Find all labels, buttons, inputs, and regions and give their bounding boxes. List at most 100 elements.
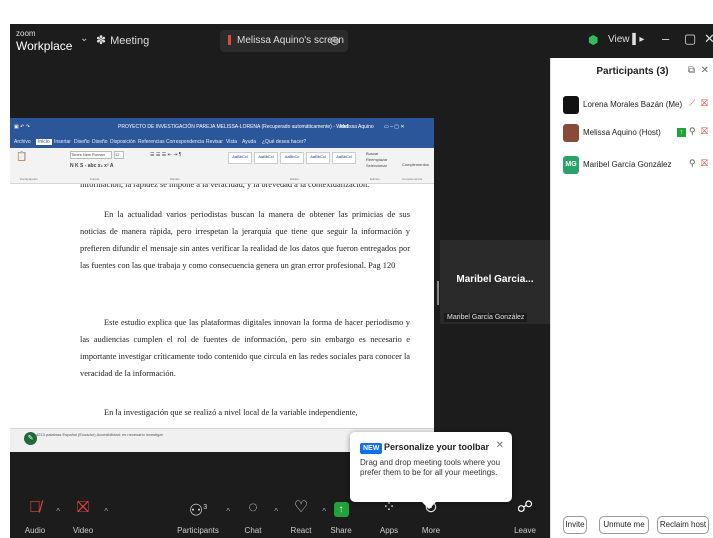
style-heading-3[interactable]: AaBbCcl [332, 152, 356, 164]
word-tab[interactable]: Diseño [92, 139, 108, 145]
video-off-icon: ⛝ [76, 499, 90, 516]
new-badge: NEW [360, 443, 383, 454]
font-size-select[interactable]: 12 [114, 151, 124, 159]
video-button[interactable]: ⛝ Video ^ [58, 488, 108, 538]
doc-paragraph: Este estudio explica que las plataformas… [80, 318, 410, 378]
avatar [563, 124, 579, 142]
tile-name-label: Maribel García González [444, 313, 528, 322]
style-normal[interactable]: AaBbCcl [228, 152, 252, 164]
word-tab[interactable]: Correspondencia [166, 139, 204, 145]
participant-row[interactable]: Lorena Morales Bazán (Me) ⟋ ⛝ [563, 96, 711, 116]
word-save-icon[interactable]: ▣ ↶ ↷ [14, 124, 30, 130]
chat-icon: ◌ [248, 499, 258, 516]
word-tab[interactable]: Referencias [138, 139, 165, 145]
meeting-main-area: ▣ ↶ ↷ PROYECTO DE INVESTIGACIÓN PAREJA M… [10, 58, 550, 488]
more-label: More [421, 526, 441, 535]
participants-panel: Participants (3) ⧉ ✕ Lorena Morales Bazá… [550, 58, 713, 538]
participant-name: Lorena Morales Bazán (Me) [583, 100, 683, 109]
word-tab[interactable]: Archivo [14, 139, 31, 145]
addins-button[interactable]: Complementos [402, 162, 429, 167]
video-label: Video [72, 526, 94, 535]
tooltip-title: Personalize your toolbar [384, 442, 490, 452]
style-no-spacing[interactable]: AaBbCcl [254, 152, 278, 164]
group-label: Portapapeles [20, 177, 38, 181]
word-tab-active[interactable]: Inicio [36, 139, 52, 145]
word-tab[interactable]: Diseño [74, 139, 90, 145]
group-label: Párrafo [170, 177, 180, 181]
leave-label: Leave [514, 526, 536, 535]
unmute-me-button[interactable]: Unmute me [599, 516, 649, 534]
participant-row[interactable]: Melissa Aquino (Host) ↑ ⚲ ⛝ [563, 124, 711, 144]
word-status-text: 4213 palabras Español (Ecuador) Accesibi… [36, 432, 163, 437]
participant-row[interactable]: MG Maribel García González ⚲ ⛝ [563, 156, 711, 176]
remote-control-icon[interactable]: ⊖ [329, 33, 340, 49]
share-label: Share [330, 526, 352, 535]
word-search-hint[interactable]: ¿Qué desea hacer? [262, 139, 306, 145]
group-label: Edición [370, 177, 380, 181]
word-doc-title: PROYECTO DE INVESTIGACIÓN PAREJA MELISSA… [118, 124, 349, 130]
editing-group[interactable]: Buscar Reemplazar Seleccionar [366, 151, 388, 169]
participants-icon: ⚇3 [188, 502, 208, 520]
word-tab[interactable]: Vista [226, 139, 237, 145]
chat-button[interactable]: ◌ Chat ^ [228, 488, 278, 538]
shield-icon[interactable]: ⬢ [588, 33, 598, 47]
logo-big: Workplace [16, 39, 73, 53]
share-icon: ↑ [677, 128, 686, 137]
reclaim-host-button[interactable]: Reclaim host [657, 516, 709, 534]
participants-label: Participants [177, 526, 219, 535]
invite-button[interactable]: Invite [563, 516, 587, 534]
audio-button[interactable]: 🎙̸ Audio ^ [10, 488, 60, 538]
doc-paragraph: información, la rapidez se impone a la v… [80, 184, 370, 189]
avatar: MG [563, 156, 579, 174]
paste-icon[interactable]: 📋 [16, 151, 27, 162]
paragraph-icons[interactable]: ☰ ☰ ☰ ⇤ ⇥ ¶ [150, 152, 181, 158]
share-bar-icon [228, 35, 231, 46]
word-tab[interactable]: Revisar [206, 139, 223, 145]
minimize-icon[interactable]: – [662, 31, 669, 46]
video-tile-maribel[interactable]: Maribel Garcia... Maribel García Gonzále… [440, 240, 550, 324]
style-heading-2[interactable]: AaBbCcl [306, 152, 330, 164]
toolbar-tooltip: NEW Personalize your toolbar ✕ Drag and … [350, 432, 512, 510]
word-ribbon-tabs: Archivo Inicio Insertar Diseño Diseño Di… [10, 136, 434, 148]
mic-muted-icon: 🎙̸ [29, 499, 41, 516]
font-format-icons[interactable]: N K S - abc x₂ x² A [70, 163, 113, 169]
participants-button[interactable]: ⚇3 Participants ^ [170, 488, 230, 538]
word-window-controls[interactable]: ▭ – ▢ ✕ [384, 124, 405, 130]
zoom-logo: zoom Workplace [16, 28, 72, 52]
word-document-page[interactable]: información, la rapidez se impone a la v… [10, 184, 434, 428]
word-tab[interactable]: Ayuda [242, 139, 256, 145]
style-heading-1[interactable]: AaBbCc [280, 152, 304, 164]
participant-name: Maribel García González [583, 160, 672, 169]
split-divider[interactable] [437, 281, 439, 305]
close-icon[interactable]: ✕ [496, 440, 504, 451]
view-button[interactable]: View ▌▸ [608, 30, 648, 50]
doc-paragraph: En la actualidad varios periodistas busc… [80, 210, 410, 270]
meeting-label: Meeting [110, 35, 150, 47]
audio-label: Audio [24, 526, 46, 535]
close-icon[interactable]: ✕ [701, 65, 709, 76]
group-label: Fuente [90, 177, 100, 181]
word-ribbon: 📋 Times New Roman 12 N K S - abc x₂ x² A… [10, 148, 434, 184]
screen-share-indicator[interactable]: Melissa Aquino's screen ⊖ [220, 30, 348, 52]
mic-icon: ⚲ [689, 126, 696, 136]
view-label: View [608, 34, 630, 45]
word-tab[interactable]: Disposición [110, 139, 136, 145]
avatar [563, 96, 579, 114]
video-off-icon: ⛝ [701, 98, 708, 108]
meeting-info-button[interactable]: ✽ Meeting [96, 33, 149, 47]
chat-label: Chat [244, 526, 262, 535]
word-user: Melissa Aquino [340, 124, 374, 130]
doc-paragraph: En la investigación que se realizó a niv… [104, 408, 358, 417]
maximize-icon[interactable]: ▢ [684, 31, 696, 47]
font-name-select[interactable]: Times New Roman [70, 151, 112, 159]
video-off-icon: ⛝ [701, 126, 708, 136]
shared-word-window[interactable]: ▣ ↶ ↷ PROYECTO DE INVESTIGACIÓN PAREJA M… [10, 118, 434, 452]
tooltip-body: Drag and drop meeting tools where you pr… [360, 458, 501, 477]
chevron-up-icon[interactable]: ^ [104, 507, 108, 516]
zoom-titlebar: zoom Workplace ⌄ ✽ Meeting Melissa Aquino… [10, 24, 713, 58]
close-icon[interactable]: ✕ [704, 31, 713, 47]
chevron-down-icon[interactable]: ⌄ [80, 33, 88, 44]
popout-icon[interactable]: ⧉ [688, 65, 695, 76]
tile-display-name: Maribel Garcia... [456, 274, 534, 285]
word-tab[interactable]: Insertar [54, 139, 71, 145]
